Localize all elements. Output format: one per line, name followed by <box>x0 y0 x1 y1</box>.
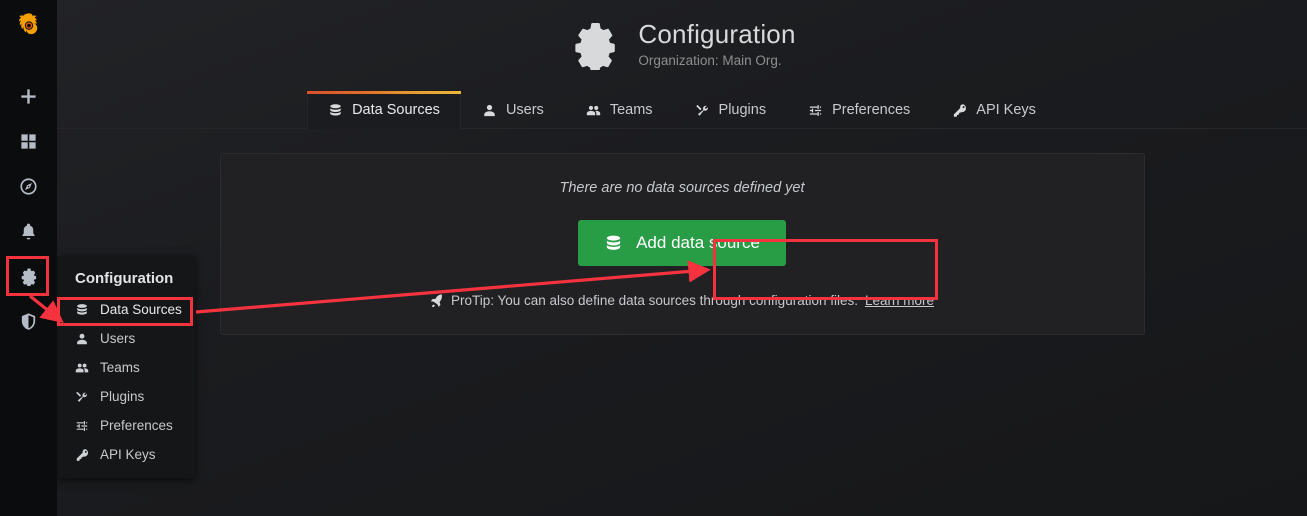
user-icon <box>75 332 89 346</box>
config-menu-item-label: Plugins <box>100 389 145 404</box>
configuration-dropdown-menu: Configuration Data Sources Users Teams P… <box>57 256 195 478</box>
rocket-icon <box>430 293 444 308</box>
protip-text: ProTip: You can also define data sources… <box>450 293 858 308</box>
user-icon <box>482 103 497 118</box>
config-menu-item-label: Data Sources <box>100 302 182 317</box>
sidebar-item-dashboards[interactable] <box>0 119 57 164</box>
database-icon <box>604 234 623 253</box>
config-menu-item-data-sources[interactable]: Data Sources <box>57 295 195 324</box>
config-menu-title: Configuration <box>75 270 174 287</box>
tab-label: Preferences <box>832 102 911 118</box>
sliders-icon <box>808 103 823 118</box>
config-menu-item-users[interactable]: Users <box>57 324 195 353</box>
compass-icon <box>19 177 38 196</box>
grafana-logo[interactable] <box>0 0 57 54</box>
add-data-source-button[interactable]: Add data source <box>578 220 786 266</box>
tab-label: Plugins <box>718 102 767 118</box>
tab-api-keys[interactable]: API Keys <box>931 91 1057 129</box>
page-header: Configuration Organization: Main Org. <box>57 0 1307 70</box>
config-menu-item-api-keys[interactable]: API Keys <box>57 440 195 469</box>
add-data-source-label: Add data source <box>636 233 760 252</box>
tab-teams[interactable]: Teams <box>565 91 674 129</box>
tab-label: Data Sources <box>352 102 440 118</box>
users-icon <box>586 103 601 118</box>
empty-state-message: There are no data sources defined yet <box>559 180 805 196</box>
database-icon <box>75 303 89 317</box>
plugin-icon <box>75 390 89 404</box>
config-menu-item-label: API Keys <box>100 447 156 462</box>
data-sources-empty-panel: There are no data sources defined yet Ad… <box>219 153 1145 335</box>
sliders-icon <box>75 419 89 433</box>
users-icon <box>75 361 89 375</box>
plugin-icon <box>695 103 710 118</box>
gear-icon <box>568 18 620 70</box>
config-menu-item-teams[interactable]: Teams <box>57 353 195 382</box>
tab-data-sources[interactable]: Data Sources <box>307 91 461 129</box>
data-sources-panel-wrap: There are no data sources defined yet Ad… <box>57 153 1307 335</box>
protip-row: ProTip: You can also define data sources… <box>430 293 934 308</box>
tab-preferences[interactable]: Preferences <box>787 91 931 129</box>
config-menu-item-preferences[interactable]: Preferences <box>57 411 195 440</box>
tab-users[interactable]: Users <box>461 91 565 129</box>
sidebar-item-create[interactable] <box>0 74 57 119</box>
config-menu-item-label: Users <box>100 331 136 346</box>
dashboards-icon <box>19 132 38 151</box>
sidebar-item-explore[interactable] <box>0 164 57 209</box>
key-icon <box>952 103 967 118</box>
config-menu-item-plugins[interactable]: Plugins <box>57 382 195 411</box>
left-nav-rail <box>0 0 57 516</box>
grafana-configuration-page: Configuration Organization: Main Org. Da… <box>0 0 1307 516</box>
tab-label: API Keys <box>976 102 1036 118</box>
shield-icon <box>19 312 38 331</box>
sidebar-item-server-admin[interactable] <box>0 299 57 344</box>
page-title: Configuration <box>638 19 796 50</box>
sidebar-item-configuration[interactable] <box>0 254 57 299</box>
tab-label: Users <box>505 102 544 118</box>
key-icon <box>75 448 89 462</box>
learn-more-link[interactable]: Learn more <box>865 293 934 308</box>
tab-label: Teams <box>609 102 653 118</box>
sidebar-item-alerting[interactable] <box>0 209 57 254</box>
database-icon <box>328 103 343 118</box>
config-menu-item-label: Preferences <box>100 418 173 433</box>
page-subtitle: Organization: Main Org. <box>638 52 782 68</box>
tab-bar: Data Sources Users Teams Plugins Prefere… <box>57 91 1307 129</box>
config-menu-item-label: Teams <box>100 360 140 375</box>
plus-icon <box>19 87 38 106</box>
bell-icon <box>19 222 38 241</box>
main-content: Configuration Organization: Main Org. Da… <box>57 0 1307 516</box>
gear-icon <box>19 267 38 286</box>
tab-plugins[interactable]: Plugins <box>674 91 788 129</box>
